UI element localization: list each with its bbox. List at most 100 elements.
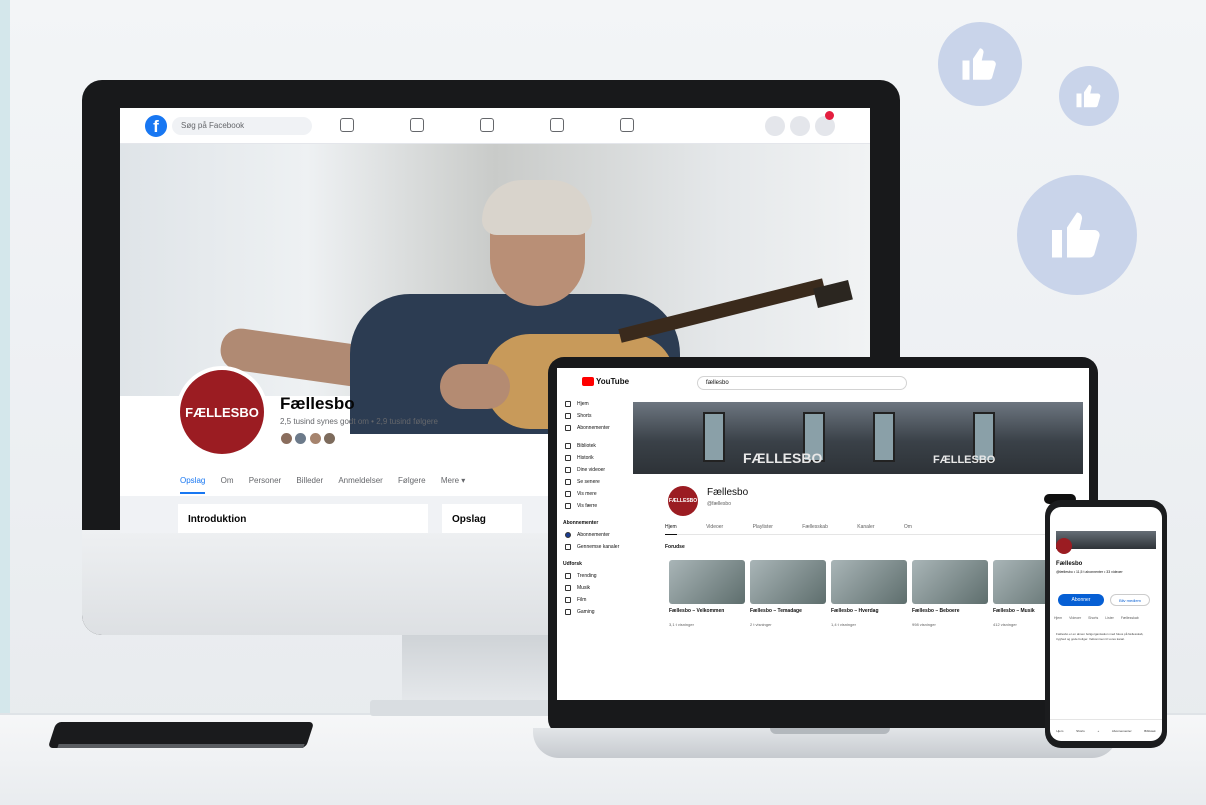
video-title[interactable]: Fællesbo – Velkommen (669, 608, 747, 614)
video-meta: 2 t visninger (750, 622, 772, 627)
channel-icon (565, 531, 571, 538)
phone-screen: Fællesbo @fællesbo • 11,5 t abonnenter •… (1050, 507, 1162, 741)
tab-reviews[interactable]: Anmeldelser (338, 470, 382, 492)
sidebar-item-subscriptions[interactable]: Abonnementer (557, 422, 629, 434)
channel-tabs: Hjem Videoer Playlister Fællesskab Kanal… (665, 521, 1085, 535)
avatar (280, 432, 293, 445)
tab-community[interactable]: Fællesskab (1121, 616, 1139, 620)
sidebar-item-show-more[interactable]: Vis mere (557, 488, 629, 500)
youtube-logo[interactable]: YouTube (582, 377, 629, 387)
sidebar-item-gaming[interactable]: Gaming (557, 606, 629, 618)
groups-icon[interactable] (550, 118, 564, 132)
posts-card: Opslag (442, 504, 522, 533)
tab-playlists[interactable]: Playlister (753, 521, 773, 534)
avatar (308, 432, 322, 445)
video-icon[interactable] (410, 118, 424, 132)
tab-home[interactable]: Hjem (1054, 616, 1062, 620)
intro-card: Introduktion (178, 504, 428, 533)
tab-about[interactable]: Om (221, 470, 234, 492)
phone-subscribe-button[interactable]: Abonner (1058, 594, 1104, 606)
profile-picture[interactable]: FÆLLESBO (176, 366, 268, 458)
follower-avatars[interactable] (280, 432, 340, 446)
nav-shorts[interactable]: Shorts (1076, 729, 1085, 733)
marketplace-icon[interactable] (480, 118, 494, 132)
sidebar-item-trending[interactable]: Trending (557, 570, 629, 582)
tab-photos[interactable]: Billeder (296, 470, 323, 492)
nav-home[interactable]: Hjem (1056, 729, 1063, 733)
sidebar-item-library[interactable]: Bibliotek (557, 440, 629, 452)
phone-tabs: Hjem Videoer Shorts Lister Fællesskab (1054, 616, 1158, 620)
cover-hand (440, 364, 510, 409)
video-thumbnail[interactable] (831, 560, 907, 604)
avatar (294, 432, 308, 445)
tab-home[interactable]: Hjem (665, 521, 677, 535)
nav-library[interactable]: Bibliotek (1144, 729, 1155, 733)
sidebar-item-your-videos[interactable]: Dine videoer (557, 464, 629, 476)
home-icon[interactable] (340, 118, 354, 132)
tab-videos[interactable]: Videoer (706, 521, 723, 534)
sidebar-item-channel[interactable]: Abonnementer (557, 529, 629, 541)
tab-shorts[interactable]: Shorts (1088, 616, 1098, 620)
channel-avatar[interactable]: FÆLLESBO (668, 486, 698, 516)
sidebar-item-browse-channels[interactable]: Gennemse kanaler (557, 541, 629, 553)
phone-channel-avatar[interactable] (1056, 538, 1072, 554)
messenger-icon[interactable] (790, 116, 810, 136)
tab-channels[interactable]: Kanaler (857, 521, 874, 534)
page-stats[interactable]: 2,5 tusind synes godt om • 2,9 tusind fø… (280, 417, 438, 426)
phone-bottom-nav: Hjem Shorts + Abonnementer Bibliotek (1050, 719, 1162, 741)
sidebar-item-watch-later[interactable]: Se senere (557, 476, 629, 488)
laptop-notch (770, 728, 890, 734)
facebook-logo-icon[interactable]: f (145, 115, 167, 137)
trending-icon (565, 572, 571, 579)
film-icon (565, 596, 571, 603)
tab-lists[interactable]: Lister (1105, 616, 1114, 620)
video-thumbnail[interactable] (750, 560, 826, 604)
sidebar-item-show-less[interactable]: Vis færre (557, 500, 629, 512)
banner-window (703, 412, 725, 462)
youtube-search-input[interactable]: fællesbo (697, 376, 907, 390)
tab-more[interactable]: Mere ▾ (441, 470, 465, 492)
tab-videos[interactable]: Videoer (1069, 616, 1081, 620)
shorts-icon (565, 412, 571, 419)
tab-posts[interactable]: Opslag (180, 470, 206, 494)
sidebar-item-home[interactable]: Hjem (557, 398, 629, 410)
video-meta: 998 visninger (912, 622, 936, 627)
sidebar-item-history[interactable]: Historik (557, 452, 629, 464)
youtube-topbar: YouTube fællesbo (557, 368, 1089, 398)
chevron-up-icon (565, 502, 571, 509)
menu-icon[interactable] (765, 116, 785, 136)
sidebar-item-shorts[interactable]: Shorts (557, 410, 629, 422)
gaming-icon[interactable] (620, 118, 634, 132)
video-thumbnail[interactable] (912, 560, 988, 604)
channel-handle: @fællesbo (707, 501, 731, 507)
sidebar-section-title: Udforsk (563, 561, 582, 567)
tablet-edge (57, 744, 305, 748)
video-title[interactable]: Fællesbo – Beboere (912, 608, 990, 614)
tab-community[interactable]: Fællesskab (802, 521, 828, 534)
phone-join-button[interactable]: Bliv medlem (1110, 594, 1150, 606)
cover-hair (482, 180, 592, 235)
imac-stand (402, 635, 572, 705)
clock-icon (565, 478, 571, 485)
tab-people[interactable]: Personer (249, 470, 281, 492)
add-icon (565, 543, 571, 550)
sidebar-item-movies[interactable]: Film (557, 594, 629, 606)
youtube-play-icon (582, 377, 594, 387)
home-icon (565, 400, 571, 407)
facebook-search-input[interactable]: Søg på Facebook (172, 117, 312, 135)
library-icon (565, 442, 571, 449)
page-title: Fællesbo (280, 394, 355, 413)
video-title[interactable]: Fællesbo – Hverdag (831, 608, 909, 614)
history-icon (565, 454, 571, 461)
video-title[interactable]: Fællesbo – Temadage (750, 608, 828, 614)
subscriptions-icon (565, 424, 571, 431)
music-icon (565, 584, 571, 591)
tab-followers[interactable]: Følgere (398, 470, 426, 492)
banner-sign: FÆLLESBO (743, 450, 823, 466)
sidebar-section-title: Abonnementer (563, 520, 599, 526)
nav-subscriptions[interactable]: Abonnementer (1112, 729, 1132, 733)
video-thumbnail[interactable] (669, 560, 745, 604)
sidebar-item-music[interactable]: Musik (557, 582, 629, 594)
nav-create[interactable]: + (1097, 729, 1099, 733)
tab-about[interactable]: Om (904, 521, 912, 534)
